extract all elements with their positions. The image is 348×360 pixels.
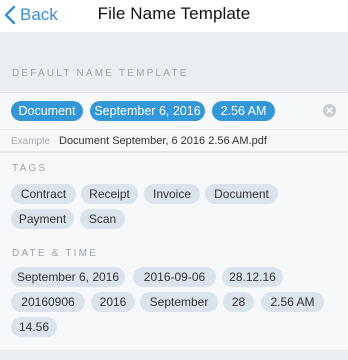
clear-icon xyxy=(326,107,333,114)
tag-chip-scan[interactable]: Scan xyxy=(80,209,125,229)
nav-bar: Back File Name Template xyxy=(0,0,348,32)
date-chip-compact[interactable]: 20160906 xyxy=(11,292,85,312)
default-template-panel: Document September 6, 2016 2.56 AM Examp… xyxy=(0,92,348,152)
token-options-panel: TAGS Contract Receipt Invoice Document P… xyxy=(0,153,348,350)
page-title: File Name Template xyxy=(97,4,251,23)
time-chip-12h[interactable]: 2.56 AM xyxy=(261,292,324,312)
date-chip-dotted[interactable]: 28.12.16 xyxy=(222,267,283,287)
clear-button[interactable] xyxy=(323,104,336,117)
tag-chip-contract[interactable]: Contract xyxy=(11,184,76,204)
example-label: Example xyxy=(11,136,50,147)
tag-chip-payment[interactable]: Payment xyxy=(11,209,74,229)
selected-token-document[interactable]: Document xyxy=(11,101,83,121)
date-chip-long[interactable]: September 6, 2016 xyxy=(11,267,125,287)
date-chip-year[interactable]: 2016 xyxy=(91,292,135,312)
default-template-header: DEFAULT NAME TEMPLATE xyxy=(12,68,189,79)
tag-chip-receipt[interactable]: Receipt xyxy=(81,184,138,204)
example-filename: Document September, 6 2016 2.56 AM.pdf xyxy=(59,135,267,147)
time-chip-24h[interactable]: 14.56 xyxy=(11,317,57,337)
tag-chip-invoice[interactable]: Invoice xyxy=(144,184,200,204)
date-chip-iso[interactable]: 2016-09-06 xyxy=(133,267,216,287)
selected-token-date[interactable]: September 6, 2016 xyxy=(90,101,205,121)
tags-header: TAGS xyxy=(12,163,48,174)
date-chip-day[interactable]: 28 xyxy=(223,292,254,312)
date-chip-month[interactable]: September xyxy=(140,292,218,312)
tag-chip-document[interactable]: Document xyxy=(205,184,278,204)
date-time-header: DATE & TIME xyxy=(12,248,99,259)
selected-token-time[interactable]: 2.56 AM xyxy=(212,101,275,121)
example-divider xyxy=(0,129,348,130)
bottom-separator xyxy=(0,350,348,360)
